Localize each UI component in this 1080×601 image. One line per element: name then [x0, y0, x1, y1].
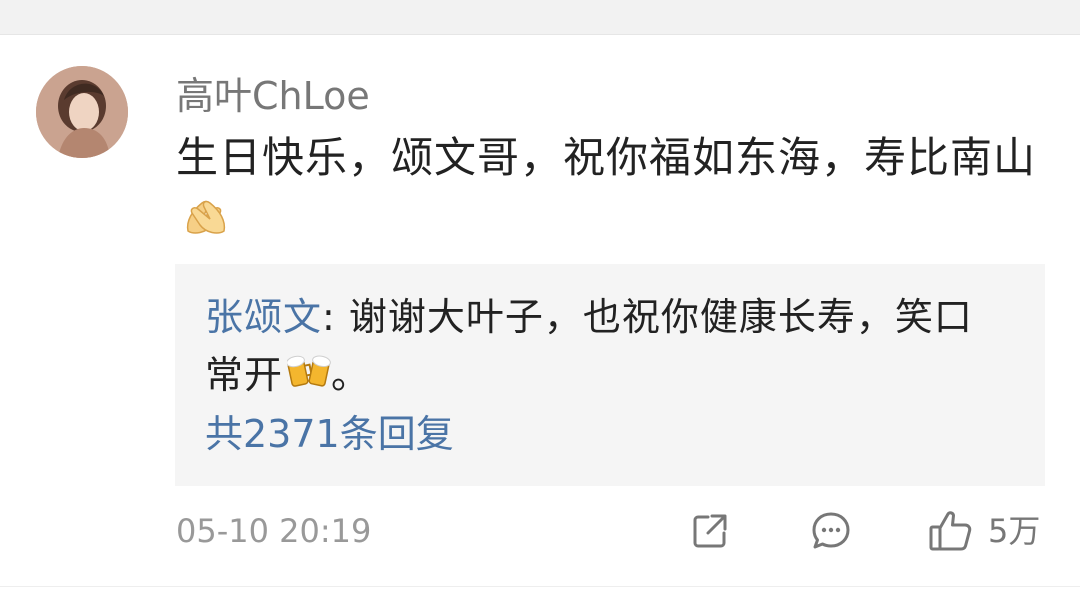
- reply-author[interactable]: 张颂文: [205, 295, 322, 339]
- like-count: 5万: [988, 512, 1041, 550]
- timestamp: 05-10 20:19: [176, 512, 372, 550]
- comment-card: 高叶ChLoe 生日快乐，颂文哥，祝你福如东海，寿比南山 张颂文: 谢谢大叶子，…: [0, 35, 1080, 601]
- like-icon: [929, 511, 972, 551]
- comment-text-body: 生日快乐，颂文哥，祝你福如东海，寿比南山: [176, 133, 1037, 182]
- username[interactable]: 高叶ChLoe: [176, 73, 370, 119]
- reply-preview: 张颂文: 谢谢大叶子，也祝你健康长寿，笑口常开。: [205, 288, 1005, 407]
- comment-text: 生日快乐，颂文哥，祝你福如东海，寿比南山: [176, 127, 1056, 254]
- comment-icon: [812, 512, 850, 549]
- reply-text-end: 。: [331, 353, 371, 397]
- reply-box[interactable]: 张颂文: 谢谢大叶子，也祝你健康长寿，笑口常开。 共2371条回复: [175, 264, 1045, 486]
- reply-count-link[interactable]: 共2371条回复: [205, 406, 454, 462]
- avatar[interactable]: [36, 66, 128, 158]
- share-icon: [693, 514, 727, 548]
- reply-separator: :: [322, 295, 349, 339]
- divider: [0, 586, 1080, 587]
- comment-footer: 05-10 20:19 5万: [0, 501, 1080, 561]
- like-button[interactable]: 5万: [928, 509, 1040, 553]
- pray-hands-icon: [180, 191, 232, 254]
- comment-button[interactable]: [810, 509, 852, 553]
- beer-cheers-icon: [286, 349, 331, 407]
- share-button[interactable]: [690, 509, 730, 553]
- avatar-image: [36, 66, 128, 158]
- top-bar: [0, 0, 1080, 35]
